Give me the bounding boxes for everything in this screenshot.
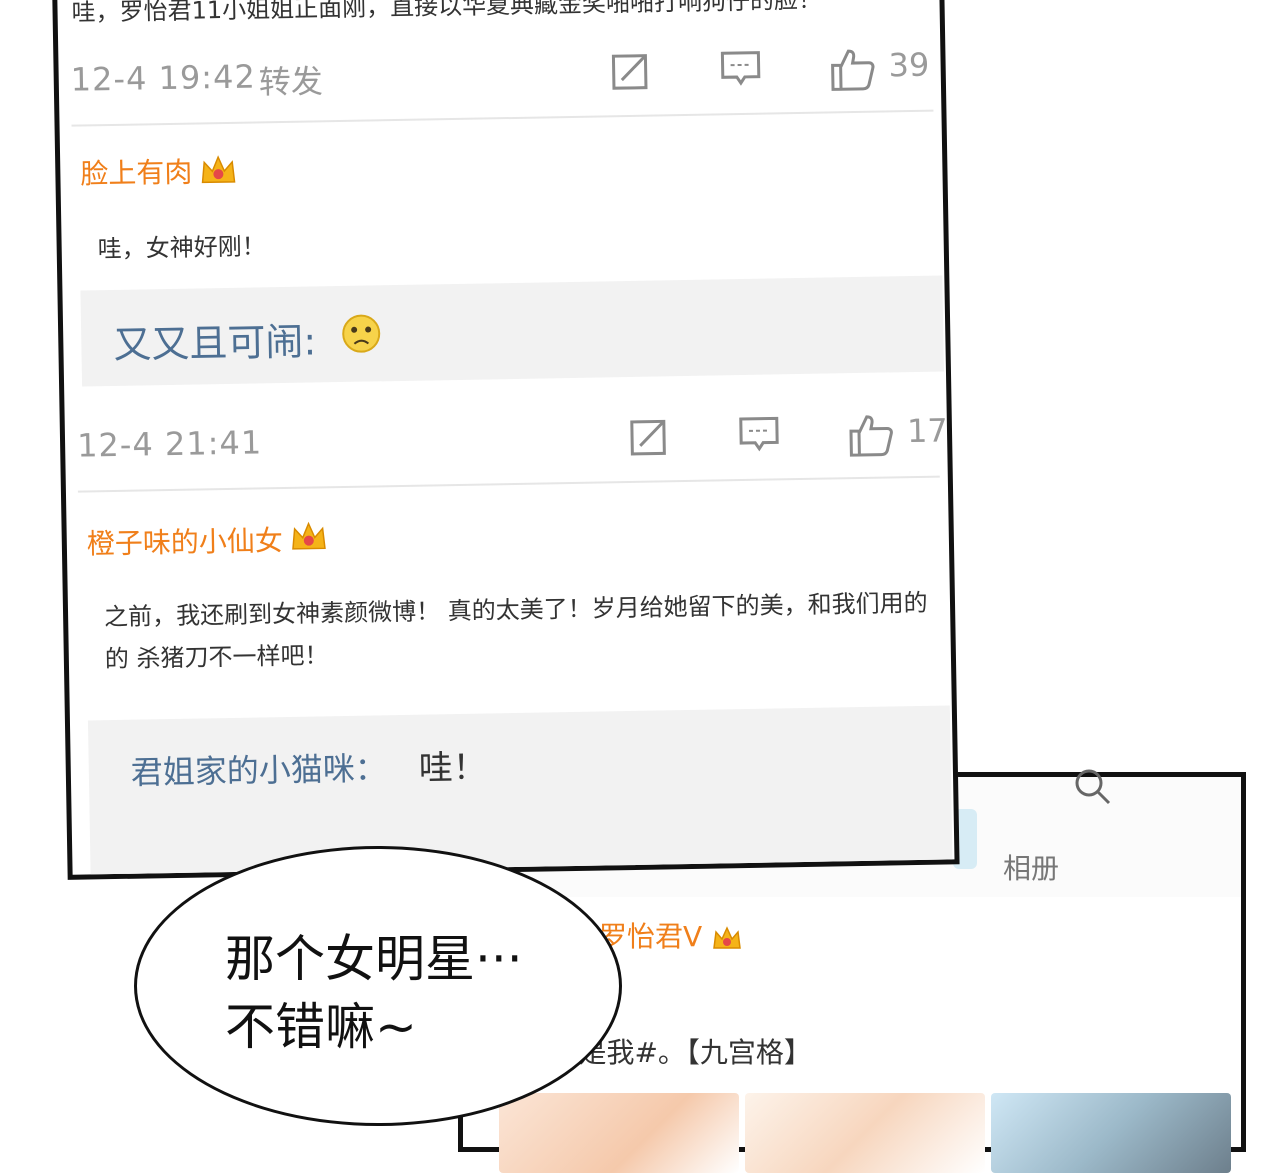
comment-icon[interactable] xyxy=(718,47,763,92)
like-count: 39 xyxy=(888,46,929,85)
tab-album[interactable]: 相册 xyxy=(1003,847,1059,887)
reply-username[interactable]: 又又且可闹: xyxy=(113,310,317,369)
speech-line-2: 不错嘛~ xyxy=(225,987,417,1059)
photo-thumbnail-3[interactable] xyxy=(991,1093,1231,1173)
comment-time: 12-4 19:42 xyxy=(70,57,256,98)
comment-username[interactable]: 脸上有肉 xyxy=(80,150,239,193)
comment-username[interactable]: 橙子味的小仙女 xyxy=(86,518,329,562)
reply-box[interactable]: 又又且可闹: xyxy=(80,276,944,387)
divider xyxy=(78,476,940,493)
profile-username[interactable]: 罗怡君V xyxy=(599,915,743,955)
comment-meta-row: 12-4 21:41 17 xyxy=(77,403,948,478)
reply-box[interactable]: 君姐家的小猫咪： 哇！ xyxy=(88,705,953,879)
comment-text: 哇，女神好刚！ xyxy=(97,214,938,271)
crown-badge-icon xyxy=(198,152,239,189)
comment-text: 之前，我还刷到女神素颜微博！ 真的太美了！岁月给她留下的美，和我们用的的 杀猪刀… xyxy=(104,582,945,681)
comment-username-label: 橙子味的小仙女 xyxy=(86,519,283,562)
comment-time: 12-4 21:41 xyxy=(77,423,263,464)
like-icon[interactable] xyxy=(847,410,896,459)
photo-thumbnail-2[interactable] xyxy=(745,1093,985,1173)
profile-username-label: 罗怡君V xyxy=(599,920,702,953)
forward-link[interactable]: 转发 xyxy=(258,56,323,103)
speech-line-1: 那个女明星··· xyxy=(225,919,523,991)
share-icon[interactable] xyxy=(608,49,653,94)
comment-panel: 哇，罗怡君11小姐姐正面刚，直接以华夏典藏金奖啪啪打响狗仔的脸！ 12-4 19… xyxy=(52,0,960,880)
like-count: 17 xyxy=(907,411,948,450)
crown-badge-icon xyxy=(288,518,329,559)
comment-icon[interactable] xyxy=(737,412,782,457)
reply-username[interactable]: 君姐家的小猫咪： xyxy=(130,743,387,793)
like-icon[interactable] xyxy=(828,45,877,94)
sad-face-emoji-icon xyxy=(341,313,382,354)
previous-comment-text: 哇，罗怡君11小姐姐正面刚，直接以华夏典藏金奖啪啪打响狗仔的脸！ xyxy=(71,0,822,28)
crown-badge-icon xyxy=(711,924,743,952)
search-icon[interactable] xyxy=(1071,765,1115,809)
speech-bubble: 那个女明星··· 不错嘛~ xyxy=(134,846,622,1126)
comment-meta-row: 12-4 19:42 转发 39 xyxy=(70,38,941,113)
photo-thumbnail-1[interactable] xyxy=(499,1093,739,1173)
divider xyxy=(72,110,934,127)
share-icon[interactable] xyxy=(627,414,672,459)
reply-text: 哇！ xyxy=(418,740,487,790)
comment-username-label: 脸上有肉 xyxy=(80,151,193,193)
